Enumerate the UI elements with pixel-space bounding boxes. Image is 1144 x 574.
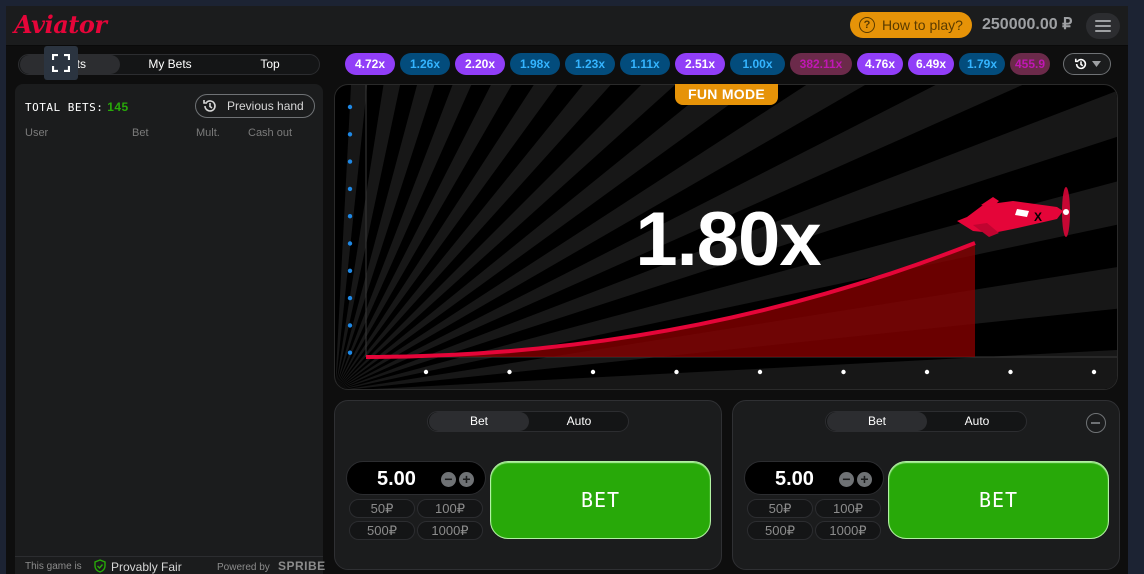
remove-panel-button[interactable] (1086, 413, 1106, 433)
history-multiplier[interactable]: 1.79x (959, 53, 1005, 75)
history-dropdown-button[interactable] (1063, 53, 1111, 75)
previous-hand-label: Previous hand (227, 99, 304, 113)
bet-amount-stepper: 5.00 − + (346, 461, 486, 495)
col-mult: Mult. (196, 127, 220, 139)
history-multiplier[interactable]: 382.11x (790, 53, 852, 75)
spribe-logo: SPRIBE (278, 559, 326, 573)
total-bets-label: TOTAL BETS: (25, 101, 104, 114)
left-footer: This game is Provably Fair Powered by SP… (15, 556, 326, 574)
menu-button[interactable] (1086, 13, 1120, 39)
history-multiplier[interactable]: 6.49x (908, 53, 954, 75)
history-multiplier[interactable]: 4.76x (857, 53, 903, 75)
menu-icon (1095, 20, 1111, 22)
history-multiplier[interactable]: 4.72x (345, 53, 395, 75)
col-bet: Bet (132, 127, 149, 139)
total-bets-count: 145 (107, 100, 129, 114)
history-multiplier[interactable]: 1.11x (620, 53, 670, 75)
how-to-play-label: How to play? (882, 17, 963, 33)
chevron-down-icon (1091, 61, 1101, 67)
history-multiplier[interactable]: 1.98x (510, 53, 560, 75)
menu-icon-line (1095, 25, 1111, 27)
fullscreen-button[interactable] (44, 46, 78, 80)
col-user: User (25, 127, 49, 139)
history-icon (1074, 58, 1086, 70)
previous-hand-button[interactable]: Previous hand (195, 94, 315, 118)
how-to-play-button[interactable]: ? How to play? (850, 12, 972, 38)
quick-bet-chip[interactable]: 500₽ (349, 521, 415, 540)
balance: 250000.00 ₽ (982, 16, 1073, 33)
top-bar: Aviator ? How to play? 250000.00 ₽ (6, 6, 1128, 46)
minus-button[interactable]: − (839, 472, 854, 487)
quick-bet-chip[interactable]: 100₽ (815, 499, 881, 518)
quick-bet-chip[interactable]: 1000₽ (815, 521, 881, 540)
tab-bet[interactable]: Bet (429, 412, 529, 431)
powered-by-label: Powered by (217, 562, 270, 573)
quick-bet-chip[interactable]: 50₽ (747, 499, 813, 518)
bet-button[interactable]: BET (490, 461, 711, 539)
history-icon (203, 100, 216, 112)
bet-panel-1: Bet Auto 5.00 − + 50₽ 100₽ 500₽ 1000₽ BE… (334, 400, 722, 570)
plus-button[interactable]: + (857, 472, 872, 487)
bet-amount-input[interactable]: 5.00 (775, 468, 814, 491)
game-frame: Aviator ? How to play? 250000.00 ₽ ets M… (6, 6, 1128, 574)
all-bets-panel: TOTAL BETS: 145 Previous hand User Bet M… (15, 84, 326, 574)
quick-bet-chip[interactable]: 500₽ (747, 521, 813, 540)
aviator-logo: Aviator (14, 10, 107, 39)
plus-button[interactable]: + (459, 472, 474, 487)
tab-auto[interactable]: Auto (529, 412, 629, 431)
bet-amount-input[interactable]: 5.00 (377, 468, 416, 491)
quick-bet-chip[interactable]: 100₽ (417, 499, 483, 518)
quick-bet-chip[interactable]: 1000₽ (417, 521, 483, 540)
tab-my-bets[interactable]: My Bets (120, 55, 220, 74)
fullscreen-icon (52, 54, 70, 72)
col-cash-out: Cash out (248, 127, 293, 139)
quick-bet-chip[interactable]: 50₽ (349, 499, 415, 518)
current-multiplier: 1.80x (635, 197, 821, 282)
provably-fair-link[interactable]: Provably Fair (111, 560, 182, 574)
history-multiplier[interactable]: 455.9 (1010, 53, 1050, 75)
bet-button[interactable]: BET (888, 461, 1109, 539)
bet-panel-2: Bet Auto 5.00 − + 50₽ 100₽ 500₽ 1000₽ BE… (732, 400, 1120, 570)
history-multiplier[interactable]: 1.23x (565, 53, 615, 75)
minus-button[interactable]: − (441, 472, 456, 487)
tab-bet[interactable]: Bet (827, 412, 927, 431)
fun-mode-badge: FUN MODE (675, 84, 778, 105)
history-multiplier[interactable]: 2.51x (675, 53, 725, 75)
game-is-label: This game is (25, 561, 82, 572)
total-bets: TOTAL BETS: 145 (25, 100, 129, 114)
bet-amount-stepper: 5.00 − + (744, 461, 884, 495)
menu-icon-line (1095, 30, 1111, 32)
bet-mode-tabs: Bet Auto (825, 411, 1027, 432)
history-multiplier[interactable]: 1.26x (400, 53, 450, 75)
question-icon: ? (859, 17, 875, 33)
bet-mode-tabs: Bet Auto (427, 411, 629, 432)
tab-top[interactable]: Top (220, 55, 320, 74)
history-multiplier[interactable]: 2.20x (455, 53, 505, 75)
multiplier-history: 4.72x 1.26x 2.20x 1.98x 1.23x 1.11x 2.51x 1.00x… (345, 53, 1061, 75)
tab-auto[interactable]: Auto (927, 412, 1027, 431)
history-multiplier[interactable]: 1.00x (730, 53, 785, 75)
shield-check-icon (94, 559, 106, 573)
